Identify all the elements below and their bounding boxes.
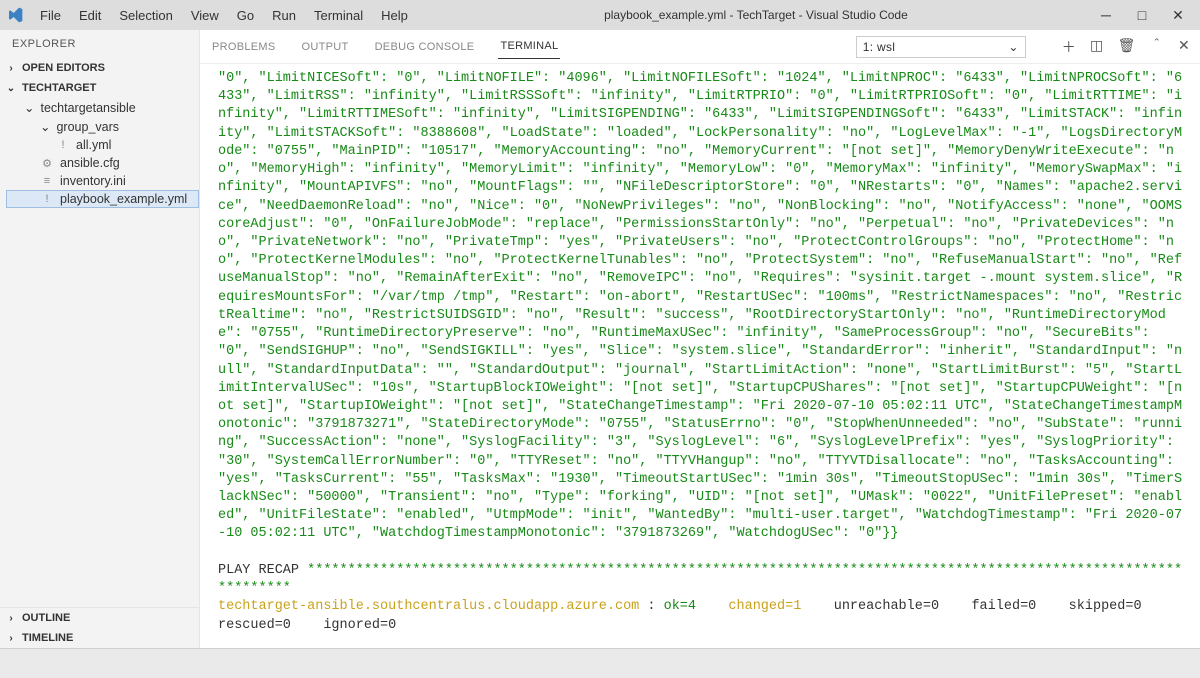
tab-terminal[interactable]: TERMINAL <box>498 34 560 59</box>
timeline-label: TIMELINE <box>22 632 73 644</box>
play-recap-stars: ****************************************… <box>218 563 1182 596</box>
menu-edit[interactable]: Edit <box>71 4 109 27</box>
minimize-button[interactable]: ─ <box>1096 7 1116 24</box>
ini-file-icon: ≡ <box>40 174 54 188</box>
recap-changed: changed=1 <box>728 599 801 614</box>
panel-tab-bar: PROBLEMS OUTPUT DEBUG CONSOLE TERMINAL 1… <box>200 30 1200 64</box>
window-title: playbook_example.yml - TechTarget - Visu… <box>416 8 1096 22</box>
tree-label: ansible.cfg <box>60 156 120 170</box>
tree-label: playbook_example.yml <box>60 192 187 206</box>
menu-run[interactable]: Run <box>264 4 304 27</box>
yaml-file-icon: ! <box>40 192 54 206</box>
tree-label: techtargetansible <box>40 101 135 115</box>
new-terminal-button[interactable]: ＋ <box>1062 37 1076 57</box>
outline-label: OUTLINE <box>22 612 70 624</box>
workspace-label: TECHTARGET <box>22 82 96 94</box>
tab-debug-console[interactable]: DEBUG CONSOLE <box>373 35 477 59</box>
recap-sep: : <box>639 599 663 614</box>
workspace-section[interactable]: ⌄ TECHTARGET <box>0 78 199 98</box>
open-editors-label: OPEN EDITORS <box>22 62 105 74</box>
play-recap-label: PLAY RECAP <box>218 563 307 578</box>
chevron-right-icon: › <box>4 613 18 624</box>
close-panel-button[interactable]: ✕ <box>1178 37 1190 57</box>
terminal-selector-label: 1: wsl <box>863 40 895 54</box>
tree-file-active[interactable]: ! playbook_example.yml <box>6 190 199 208</box>
tree-label: all.yml <box>76 138 111 152</box>
menu-selection[interactable]: Selection <box>111 4 180 27</box>
close-button[interactable]: ✕ <box>1168 7 1188 24</box>
status-bar <box>0 648 1200 678</box>
main-area: EXPLORER › OPEN EDITORS ⌄ TECHTARGET ⌄ t… <box>0 30 1200 648</box>
vscode-icon <box>6 6 24 24</box>
chevron-down-icon: ⌄ <box>1008 40 1018 54</box>
outline-section[interactable]: › OUTLINE <box>0 608 199 628</box>
recap-rest: unreachable=0 failed=0 skipped=0 <box>801 599 1174 614</box>
maximize-button[interactable]: □ <box>1132 7 1152 24</box>
terminal-selector[interactable]: 1: wsl ⌄ <box>856 36 1026 58</box>
tree-label: inventory.ini <box>60 174 126 188</box>
window-controls: ─ □ ✕ <box>1096 7 1194 24</box>
kill-terminal-button[interactable]: 🗑 <box>1118 37 1136 57</box>
tree-folder[interactable]: ⌄ group_vars <box>6 117 199 136</box>
tree-file[interactable]: ! all.yml <box>6 136 199 154</box>
tree-file[interactable]: ≡ inventory.ini <box>6 172 199 190</box>
menu-terminal[interactable]: Terminal <box>306 4 371 27</box>
menu-bar: File Edit Selection View Go Run Terminal… <box>32 4 416 27</box>
chevron-right-icon: › <box>4 633 18 644</box>
tab-output[interactable]: OUTPUT <box>300 35 351 59</box>
chevron-right-icon: › <box>4 63 18 74</box>
terminal-panel[interactable]: "0", "LimitNICESoft": "0", "LimitNOFILE"… <box>200 64 1200 648</box>
tab-problems[interactable]: PROBLEMS <box>210 35 278 59</box>
explorer-title: EXPLORER <box>0 30 199 58</box>
chevron-down-icon: ⌄ <box>40 119 50 134</box>
timeline-section[interactable]: › TIMELINE <box>0 628 199 648</box>
menu-file[interactable]: File <box>32 4 69 27</box>
config-file-icon: ⚙ <box>40 156 54 170</box>
explorer-sidebar: EXPLORER › OPEN EDITORS ⌄ TECHTARGET ⌄ t… <box>0 30 200 648</box>
recap-host: techtarget-ansible.southcentralus.clouda… <box>218 599 639 614</box>
file-tree: ⌄ techtargetansible ⌄ group_vars ! all.y… <box>0 98 199 208</box>
open-editors-section[interactable]: › OPEN EDITORS <box>0 58 199 78</box>
chevron-down-icon: ⌄ <box>24 100 34 115</box>
yaml-file-icon: ! <box>56 138 70 152</box>
chevron-down-icon: ⌄ <box>4 83 18 94</box>
maximize-panel-button[interactable]: ＾ <box>1150 37 1164 57</box>
menu-help[interactable]: Help <box>373 4 416 27</box>
split-terminal-button[interactable]: ◫ <box>1090 37 1104 57</box>
recap-line2: rescued=0 ignored=0 <box>218 618 396 633</box>
content-area: PROBLEMS OUTPUT DEBUG CONSOLE TERMINAL 1… <box>200 30 1200 648</box>
tree-label: group_vars <box>56 120 119 134</box>
title-bar: File Edit Selection View Go Run Terminal… <box>0 0 1200 30</box>
menu-go[interactable]: Go <box>229 4 262 27</box>
tree-file[interactable]: ⚙ ansible.cfg <box>6 154 199 172</box>
menu-view[interactable]: View <box>183 4 227 27</box>
terminal-actions: ＋ ◫ 🗑 ＾ ✕ <box>1048 37 1190 57</box>
recap-ok: ok=4 <box>664 599 696 614</box>
tree-folder[interactable]: ⌄ techtargetansible <box>6 98 199 117</box>
terminal-json-output: "0", "LimitNICESoft": "0", "LimitNOFILE"… <box>218 71 1182 541</box>
